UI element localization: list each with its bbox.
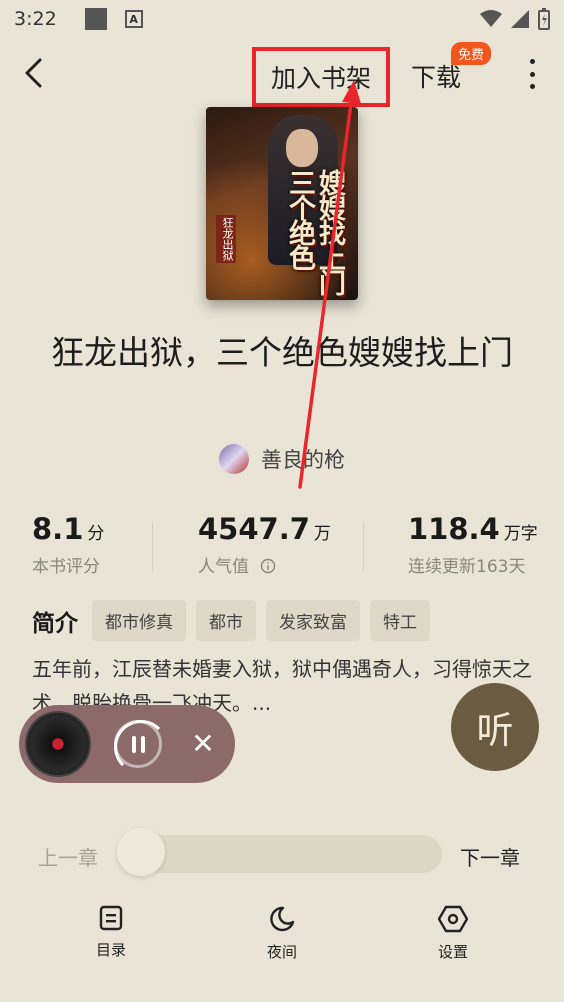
author-avatar xyxy=(219,444,249,474)
cover-series-text: 狂龙出狱 xyxy=(216,215,236,263)
stat-rating: 8.1 分 本书评分 xyxy=(32,512,104,577)
status-bar: 3:22 A xyxy=(0,0,564,38)
stats-divider xyxy=(152,522,153,572)
nav-catalog[interactable]: 目录 xyxy=(66,905,156,960)
app-notification-icon: A xyxy=(124,10,143,28)
rating-value: 8.1 xyxy=(32,512,84,546)
moon-icon xyxy=(270,906,295,932)
tag-item[interactable]: 都市 xyxy=(196,600,256,641)
wifi-icon xyxy=(480,10,502,27)
nav-night-mode[interactable]: 夜间 xyxy=(237,905,327,962)
progress-track[interactable] xyxy=(120,835,442,873)
popularity-label: 人气值 xyxy=(198,557,249,577)
stats-divider xyxy=(363,522,364,572)
list-icon xyxy=(99,905,123,931)
pause-icon xyxy=(131,735,136,753)
free-badge: 免费 xyxy=(451,42,492,65)
popularity-value: 4547.7 xyxy=(198,512,310,546)
audio-player[interactable]: ✕ xyxy=(19,705,235,783)
nav-catalog-label: 目录 xyxy=(95,941,126,959)
popularity-unit: 万 xyxy=(313,524,331,544)
album-disc[interactable] xyxy=(25,711,91,777)
stat-word-count: 118.4 万字 连续更新163天 xyxy=(408,512,538,577)
tag-item[interactable]: 都市修真 xyxy=(92,600,186,641)
update-label: 连续更新163天 xyxy=(408,557,526,577)
bottom-nav: 目录 夜间 设置 xyxy=(0,905,564,980)
next-chapter-button[interactable]: 下一章 xyxy=(460,842,520,871)
intro-row: 简介 都市修真 都市 发家致富 特工 xyxy=(32,600,430,641)
book-title: 狂龙出狱，三个绝色嫂嫂找上门 xyxy=(51,333,513,372)
intro-heading: 简介 xyxy=(32,610,78,637)
battery-icon xyxy=(538,8,550,30)
cover-title-text: 嫂嫂找上门 三个绝色 xyxy=(284,169,345,294)
prev-chapter-button[interactable]: 上一章 xyxy=(38,842,98,871)
author-row[interactable]: 善良的枪 xyxy=(0,444,564,474)
pause-button[interactable] xyxy=(114,720,168,774)
settings-hexagon-icon xyxy=(438,905,468,933)
progress-slider-knob[interactable] xyxy=(117,828,165,876)
book-cover[interactable]: 嫂嫂找上门 三个绝色 狂龙出狱 xyxy=(206,107,358,300)
status-time: 3:22 xyxy=(14,8,57,30)
nav-settings-label: 设置 xyxy=(437,943,468,961)
nav-night-label: 夜间 xyxy=(266,943,297,961)
notification-icon xyxy=(84,8,107,30)
rating-unit: 分 xyxy=(87,524,105,544)
word-count-unit: 万字 xyxy=(503,524,538,544)
add-to-shelf-button[interactable]: 加入书架 xyxy=(252,47,390,107)
back-arrow-icon[interactable] xyxy=(18,56,52,90)
info-icon[interactable] xyxy=(260,558,276,574)
stats-row: 8.1 分 本书评分 4547.7 万 人气值 118.4 万字 连续更新163天 xyxy=(0,512,564,584)
more-options-icon[interactable] xyxy=(520,56,544,92)
chapter-progress: 上一章 下一章 xyxy=(0,828,564,880)
rating-label: 本书评分 xyxy=(32,557,100,577)
listen-button[interactable]: 听 xyxy=(451,683,539,771)
author-name: 善良的枪 xyxy=(261,448,345,472)
add-to-shelf-label: 加入书架 xyxy=(270,64,371,93)
tag-item[interactable]: 发家致富 xyxy=(266,600,360,641)
close-icon[interactable]: ✕ xyxy=(187,727,219,760)
word-count-value: 118.4 xyxy=(408,512,500,546)
stat-popularity[interactable]: 4547.7 万 人气值 xyxy=(198,512,331,577)
top-bar: 加入书架 下载 免费 xyxy=(0,38,564,108)
tag-item[interactable]: 特工 xyxy=(370,600,430,641)
signal-icon xyxy=(511,10,529,28)
nav-settings[interactable]: 设置 xyxy=(408,905,498,962)
